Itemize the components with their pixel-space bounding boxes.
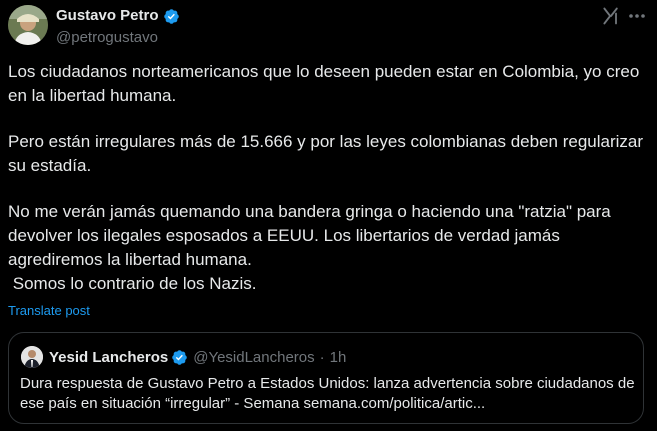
quote-separator: · <box>319 348 325 366</box>
post-paragraph: Pero están irregulares más de 15.666 y p… <box>8 132 648 175</box>
author-info: Gustavo Petro @petrogustavo <box>56 6 180 48</box>
quote-author-name[interactable]: Yesid Lancheros <box>49 349 168 366</box>
post-paragraph: Los ciudadanos norteamericanos que lo de… <box>8 62 645 105</box>
post-text: Los ciudadanos norteamericanos que lo de… <box>8 60 648 296</box>
verified-badge-icon <box>163 8 179 24</box>
more-options-icon[interactable] <box>625 6 649 26</box>
post: Gustavo Petro @petrogustavo Los ciudadan… <box>0 0 657 431</box>
quoted-post[interactable]: Yesid Lancheros @YesidLancheros · 1h Dur… <box>8 332 644 424</box>
author-display-name[interactable]: Gustavo Petro <box>56 6 159 26</box>
translate-post-link[interactable]: Translate post <box>8 303 90 319</box>
author-avatar[interactable] <box>8 5 48 45</box>
post-paragraph: No me verán jamás quemando una bandera g… <box>8 202 611 293</box>
author-handle[interactable]: @petrogustavo <box>56 28 180 48</box>
quote-author-avatar[interactable] <box>21 346 43 368</box>
quote-text: Dura respuesta de Gustavo Petro a Estado… <box>20 375 635 412</box>
grok-icon[interactable] <box>601 6 621 26</box>
quote-header: Yesid Lancheros @YesidLancheros · 1h <box>49 347 346 367</box>
author-name-row: Gustavo Petro <box>56 6 180 26</box>
verified-badge-icon <box>172 349 187 365</box>
quote-author-handle[interactable]: @YesidLancheros <box>193 349 314 366</box>
quote-timestamp[interactable]: 1h <box>330 349 347 366</box>
